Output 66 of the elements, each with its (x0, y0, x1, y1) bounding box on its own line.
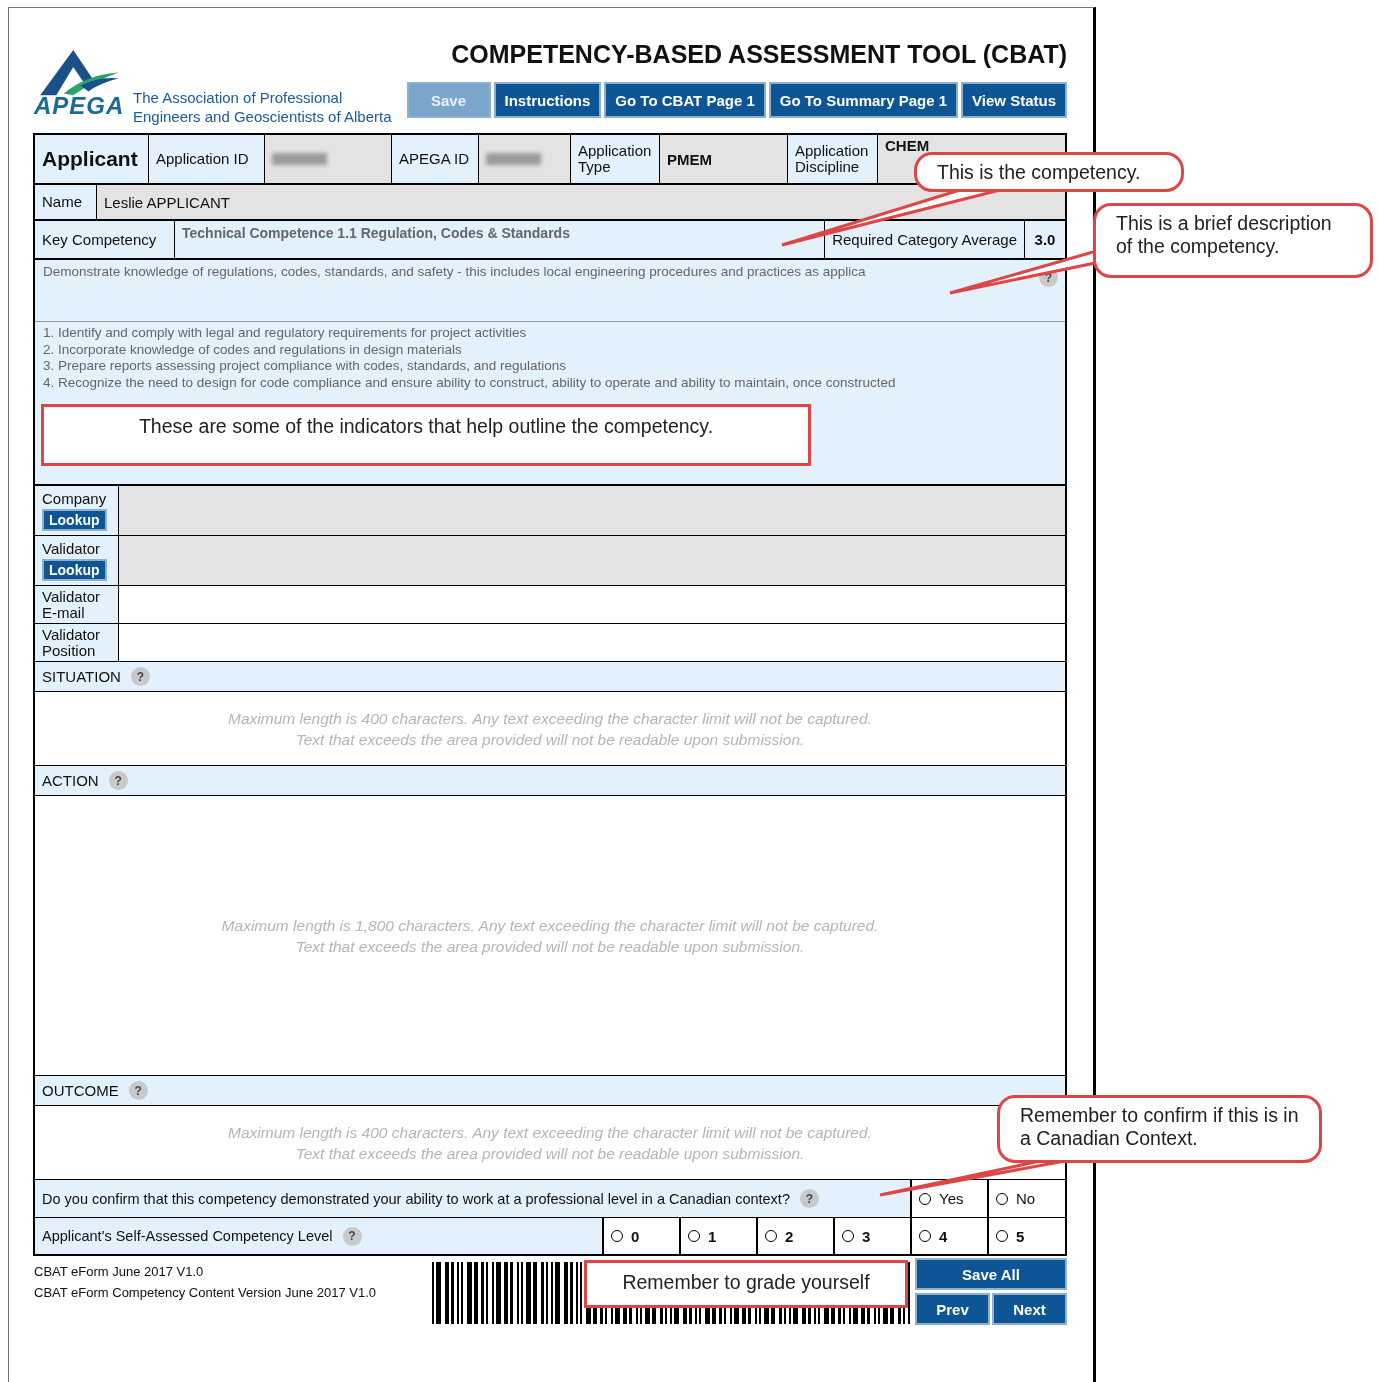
radio-option[interactable]: 1 (680, 1218, 757, 1254)
version-text: CBAT eForm June 2017 V1.0 (34, 1263, 205, 1281)
next-button[interactable]: Next (992, 1293, 1067, 1325)
logo-tagline: The Association of Professional (133, 88, 344, 107)
competency-description: Demonstrate knowledge of regulations, codes, standards, and safety - this includes local engineering procedures and practices as applica (43, 264, 866, 281)
nav-button[interactable]: Instructions (493, 82, 602, 118)
help-icon[interactable]: ? (130, 667, 150, 686)
placeholder-text: Maximum length is 1,800 characters. Any text exceeding the character limit will not be captured. (221, 915, 879, 936)
prev-button[interactable]: Prev (915, 1293, 990, 1325)
radio-option[interactable]: 4 (911, 1218, 988, 1254)
nav-button[interactable]: Go To Summary Page 1 (768, 82, 959, 118)
input-field[interactable] (119, 486, 1065, 535)
section-heading: Applicant (35, 135, 149, 183)
annotation-callout: This is the competency. (914, 152, 1184, 192)
field-label: Application Discipline (788, 135, 878, 183)
help-icon[interactable]: ? (108, 771, 128, 790)
logo-wordmark: APEGA (34, 92, 125, 120)
placeholder-text: Maximum length is 400 characters. Any text exceeding the character limit will not be captured. (228, 708, 872, 729)
required-average: 3.0 (1025, 221, 1065, 258)
indicator-text: 3. Prepare reports assessing project compliance with codes, standards, and regulations (43, 358, 568, 375)
lookup-button[interactable]: Lookup (42, 558, 107, 581)
annotation-callout: Remember to grade yourself (584, 1260, 908, 1308)
field-label: Key Competency (35, 221, 175, 258)
section-heading: ACTION (42, 772, 99, 789)
placeholder-text: Maximum length is 400 characters. Any text exceeding the character limit will not be captured. (228, 1122, 872, 1143)
help-icon[interactable]: ? (342, 1226, 362, 1246)
competency-name: Technical Competence 1.1 Regulation, Codes & Standards (182, 225, 570, 241)
field-label: Validator Position (42, 626, 102, 659)
placeholder-text: Text that exceeds the area provided will not be readable upon submission. (295, 936, 805, 957)
radio-option[interactable]: 3 (834, 1218, 911, 1254)
indicator-text: 4. Recognize the need to design for code compliance and ensure ability to construct, ability to operate and ability to maintain, once constructed (43, 374, 897, 391)
lookup-button[interactable]: Lookup (42, 508, 107, 531)
nav-button[interactable]: Go To CBAT Page 1 (604, 82, 766, 118)
field-value: PMEM (667, 150, 712, 168)
help-icon[interactable]: ? (799, 1189, 819, 1208)
radio-option[interactable]: 0 (603, 1218, 680, 1254)
radio-option[interactable]: No (988, 1180, 1065, 1217)
section-heading: OUTCOME (42, 1082, 119, 1099)
version-text: CBAT eForm Competency Content Version June 2017 V1.0 (34, 1284, 377, 1302)
field-label: Name (35, 185, 97, 219)
field-label: Validator (42, 540, 101, 557)
input-field[interactable] (119, 536, 1065, 585)
indicator-text: 2. Incorporate knowledge of codes and regulations in design materials (43, 341, 463, 358)
question-text: Applicant's Self-Assessed Competency Level (42, 1228, 333, 1244)
field-label: APEGA ID (392, 135, 479, 183)
indicator-text: 1. Identify and comply with legal and regulatory requirements for project activities (43, 325, 528, 342)
field-value: Leslie APPLICANT (97, 185, 1065, 219)
nav-button[interactable]: View Status (961, 82, 1067, 118)
field-label: Required Category Average (825, 221, 1025, 258)
logo-tagline: Engineers and Geoscientists of Alberta (133, 107, 392, 126)
save-all-button[interactable]: Save All (915, 1258, 1067, 1290)
field-label: Application Type (571, 135, 660, 183)
radio-option[interactable]: 2 (757, 1218, 834, 1254)
annotation-callout: These are some of the indicators that help outline the competency. (41, 404, 811, 466)
form-title: COMPETENCY-BASED ASSESSMENT TOOL (CBAT) (451, 40, 1067, 69)
question-text: Do you confirm that this competency demonstrated your ability to work at a professional level in a Canadian context? (42, 1190, 790, 1207)
field-value: CHEM (885, 137, 930, 154)
annotation-callout: This is a brief description of the competency. (1093, 203, 1373, 278)
field-label: Validator E-mail (42, 588, 102, 621)
placeholder-text: Text that exceeds the area provided will not be readable upon submission. (295, 729, 805, 750)
field-label: Company (42, 490, 107, 507)
help-icon[interactable]: ? (128, 1081, 148, 1100)
radio-option[interactable]: 5 (988, 1218, 1065, 1254)
placeholder-text: Text that exceeds the area provided will not be readable upon submission. (295, 1143, 805, 1164)
field-label: Application ID (149, 135, 265, 183)
section-heading: SITUATION (42, 668, 121, 685)
